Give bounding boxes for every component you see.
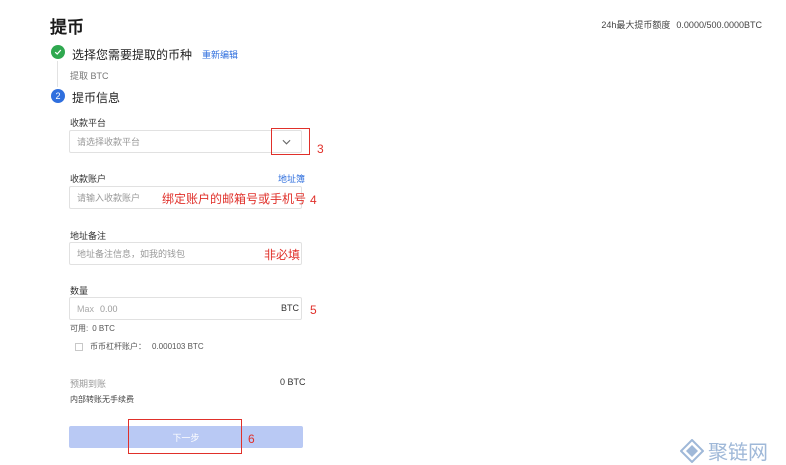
available-balance: 可用: 0 BTC (70, 323, 115, 334)
withdraw-limit: 24h最大提币额度 0.0000/500.0000BTC (601, 18, 762, 31)
margin-account-checkbox[interactable] (75, 342, 83, 351)
platform-label: 收款平台 (70, 118, 107, 128)
margin-account-label: 币币杠杆账户： (90, 342, 146, 351)
annotation-number-3: 3 (317, 142, 324, 156)
re-edit-link[interactable]: 重新编辑 (202, 48, 238, 61)
available-label: 可用: (70, 324, 89, 333)
annotation-number-5: 5 (310, 303, 317, 317)
memo-label: 地址备注 (70, 231, 107, 241)
step1-label: 选择您需要提取的币种 (72, 48, 193, 62)
page-title: 提币 (50, 18, 84, 37)
expected-label: 预期到账 (70, 379, 107, 389)
check-circle-icon (51, 45, 65, 59)
annotation-box-6 (128, 419, 242, 454)
address-book-link[interactable]: 地址簿 (278, 172, 305, 185)
account-label: 收款账户 (70, 174, 107, 184)
amount-placeholder: 0.00 (100, 303, 118, 314)
watermark: 聚链网 (680, 436, 768, 465)
account-hint: 绑定账户的邮箱号或手机号 (162, 192, 307, 206)
step-connector (57, 61, 58, 87)
margin-account-row: 币币杠杆账户： 0.000103 BTC (75, 341, 204, 352)
annotation-box-3 (271, 128, 310, 155)
amount-input[interactable]: Max 0.00 (69, 297, 302, 320)
memo-hint: 非必填 (264, 248, 301, 262)
step2-label: 提币信息 (72, 91, 121, 105)
fee-note: 内部转账无手续费 (70, 395, 134, 404)
platform-select[interactable]: 请选择收款平台 (69, 130, 302, 153)
limit-label: 24h最大提币额度 (601, 20, 671, 30)
step2-number: 2 (51, 89, 65, 103)
annotation-number-6: 6 (248, 432, 255, 446)
amount-unit: BTC (281, 303, 299, 313)
available-value: 0 BTC (92, 324, 115, 333)
memo-placeholder: 地址备注信息，如我的钱包 (77, 249, 186, 259)
margin-account-value: 0.000103 BTC (152, 342, 204, 351)
expected-value: 0 BTC (280, 377, 306, 387)
max-label: Max (77, 303, 95, 314)
account-placeholder: 请输入收款账户 (77, 193, 141, 203)
watermark-logo-icon (680, 438, 704, 463)
amount-label: 数量 (70, 286, 89, 296)
annotation-number-4: 4 (310, 193, 317, 207)
chosen-coin: 提取 BTC (70, 71, 109, 81)
limit-value: 0.0000/500.0000BTC (676, 20, 762, 30)
watermark-text: 聚链网 (708, 440, 768, 464)
platform-placeholder: 请选择收款平台 (77, 137, 141, 147)
